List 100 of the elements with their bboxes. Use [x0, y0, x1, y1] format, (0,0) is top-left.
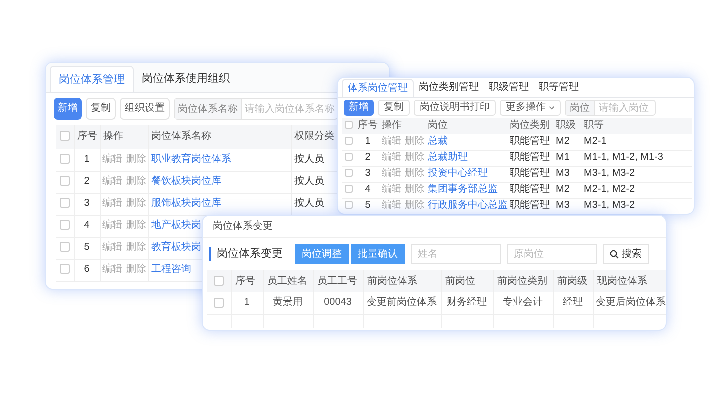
action-link[interactable]: 编辑: [382, 136, 402, 147]
tab[interactable]: 岗位体系管理: [50, 66, 134, 92]
checkbox[interactable]: [60, 198, 70, 208]
input-field[interactable]: 请输入岗位: [595, 101, 655, 115]
action-link[interactable]: 编辑: [382, 200, 402, 211]
button[interactable]: 岗位调整: [295, 244, 349, 264]
tab[interactable]: 岗位体系使用组织: [134, 66, 238, 92]
checkbox[interactable]: [60, 176, 70, 186]
table-cell: 按人员: [294, 154, 324, 165]
checkbox[interactable]: [345, 185, 353, 194]
table-cell: 按人员: [294, 198, 324, 209]
column-header: 岗位体系名称: [152, 131, 212, 142]
position-link[interactable]: 投资中心经理: [428, 168, 488, 179]
accent-bar: [209, 247, 211, 261]
checkbox[interactable]: [60, 264, 70, 274]
search-button[interactable]: 搜索: [603, 244, 649, 264]
action-link[interactable]: 编辑: [382, 184, 402, 195]
table-cell: M3: [556, 168, 570, 179]
action-link[interactable]: 编辑: [102, 264, 122, 275]
name-link[interactable]: 职业教育岗位体系: [152, 154, 232, 165]
table-cell: M1-1, M1-2, M1-3: [584, 152, 664, 163]
table-cell: 3: [84, 198, 90, 209]
input-field[interactable]: 原岗位: [507, 244, 597, 264]
action-link[interactable]: 删除: [405, 184, 425, 195]
action-link[interactable]: 编辑: [102, 176, 122, 187]
button[interactable]: 岗位说明书打印: [414, 100, 496, 116]
table-cell: 5: [84, 242, 90, 253]
column-header: 前岗位体系: [368, 276, 418, 286]
position-link[interactable]: 总裁助理: [428, 152, 468, 163]
position-link[interactable]: 行政服务中心总监: [428, 200, 508, 211]
action-link[interactable]: 编辑: [102, 198, 122, 209]
table-cell: 财务经理: [447, 297, 487, 308]
button[interactable]: 新增: [344, 100, 374, 116]
search-field[interactable]: 岗位 请输入岗位: [565, 100, 656, 116]
name-link[interactable]: 工程咨询: [152, 264, 192, 275]
section-heading: 岗位体系变更: [217, 246, 283, 262]
action-link[interactable]: 删除: [126, 242, 146, 253]
action-link[interactable]: 删除: [405, 200, 425, 211]
checkbox[interactable]: [60, 131, 70, 142]
action-link[interactable]: 编辑: [102, 220, 122, 231]
name-link[interactable]: 餐饮板块岗位库: [152, 176, 222, 187]
column-header: 序号: [78, 131, 98, 142]
action-link[interactable]: 删除: [126, 198, 146, 209]
name-link[interactable]: 地产板块岗: [152, 220, 202, 231]
position-link[interactable]: 集团事务部总监: [428, 184, 498, 195]
table-cell: 1: [365, 136, 371, 147]
button[interactable]: 组织设置: [120, 98, 170, 120]
action-link[interactable]: 删除: [405, 136, 425, 147]
input-field[interactable]: 请输入岗位体系名称: [242, 99, 338, 119]
tab[interactable]: 岗位类别管理: [414, 79, 484, 97]
search-icon: [610, 250, 619, 258]
tab[interactable]: 职等管理: [534, 79, 584, 97]
table-cell: M3-1, M3-2: [584, 168, 636, 179]
action-link[interactable]: 删除: [126, 176, 146, 187]
column-header: 岗位: [428, 120, 448, 131]
action-link[interactable]: 编辑: [382, 152, 402, 163]
input-field[interactable]: 姓名: [411, 244, 501, 264]
table-cell: 6: [84, 264, 90, 275]
field-label: 岗位: [566, 101, 595, 115]
checkbox[interactable]: [345, 137, 353, 146]
checkbox[interactable]: [345, 153, 353, 162]
table-cell: 2: [84, 176, 90, 187]
button[interactable]: 新增: [54, 98, 82, 120]
position-link[interactable]: 总裁: [428, 136, 448, 147]
action-link[interactable]: 编辑: [102, 154, 122, 165]
action-link[interactable]: 删除: [405, 168, 425, 179]
caret-icon: [549, 105, 555, 111]
search-field[interactable]: 岗位体系名称 请输入岗位体系名称: [174, 98, 339, 120]
table-cell: M2-1, M2-2: [584, 184, 636, 195]
action-link[interactable]: 编辑: [102, 242, 122, 253]
checkbox[interactable]: [214, 276, 224, 286]
table-cell: 职能管理: [510, 200, 550, 211]
action-link[interactable]: 删除: [126, 264, 146, 275]
checkbox[interactable]: [345, 169, 353, 178]
button[interactable]: 复制: [86, 98, 116, 120]
checkbox[interactable]: [60, 154, 70, 164]
name-link[interactable]: 教育板块岗: [152, 242, 202, 253]
action-link[interactable]: 编辑: [382, 168, 402, 179]
table-cell: 4: [365, 184, 371, 195]
checkbox[interactable]: [214, 298, 224, 308]
table-cell: 1: [244, 297, 250, 308]
table-cell: M1: [556, 152, 570, 163]
checkbox[interactable]: [60, 242, 70, 252]
action-link[interactable]: 删除: [405, 152, 425, 163]
tab[interactable]: 体系岗位管理: [342, 79, 414, 97]
action-link[interactable]: 删除: [126, 220, 146, 231]
window-title: 岗位体系变更: [213, 220, 273, 234]
button[interactable]: 更多操作: [500, 100, 561, 116]
button[interactable]: 批量确认: [351, 244, 405, 264]
table-cell: 2: [365, 152, 371, 163]
checkbox[interactable]: [345, 201, 353, 210]
checkbox[interactable]: [60, 220, 70, 230]
name-link[interactable]: 服饰板块岗位库: [152, 198, 222, 209]
checkbox[interactable]: [345, 121, 353, 130]
column-header: 前岗位: [446, 276, 476, 286]
column-header: 前岗级: [558, 276, 588, 286]
action-link[interactable]: 删除: [126, 154, 146, 165]
button[interactable]: 复制: [378, 100, 410, 116]
tab[interactable]: 职级管理: [484, 79, 534, 97]
table-cell: 00043: [324, 297, 352, 308]
